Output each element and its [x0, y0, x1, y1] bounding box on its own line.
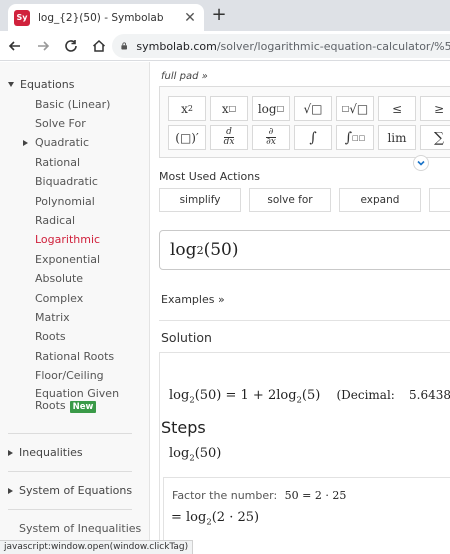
symbolab-favicon-icon: Sy — [14, 9, 30, 26]
decimal-value: 5.64385…) — [409, 388, 450, 402]
key-log-base[interactable]: log □ — [252, 96, 290, 121]
sidebar-item-logarithmic[interactable]: Logarithmic — [35, 233, 100, 246]
most-used-actions-title: Most Used Actions — [159, 170, 260, 183]
key-greater-equal[interactable]: ≥ — [420, 96, 450, 121]
sidebar-item-absolute[interactable]: Absolute — [35, 272, 83, 285]
divider — [159, 320, 450, 321]
solver-main: full pad » x2 x □ log □ √□ □ √□ ≤ ≥ (□)′ dd… — [151, 62, 450, 554]
sidebar-divider — [8, 433, 132, 434]
browser-toolbar: symbolab.com/solver/logarithmic-equation… — [0, 31, 450, 61]
key-integral[interactable]: ∫ — [294, 125, 332, 150]
sidebar-item-solve-for[interactable]: Solve For — [35, 117, 86, 130]
sidebar-item-rational[interactable]: Rational — [35, 156, 80, 169]
new-tab-icon[interactable]: + — [210, 6, 228, 24]
expand-down-icon — [8, 82, 14, 87]
expand-right-icon — [8, 449, 13, 456]
tab-strip: Sy log_{2}(50) - Symbolab ✕ + — [0, 0, 450, 31]
sidebar-item-radical[interactable]: Radical — [35, 214, 75, 227]
sidebar-item-rational-roots[interactable]: Rational Roots — [35, 350, 114, 363]
topic-sidebar: Equations Basic (Linear) Solve For Quadr… — [0, 62, 150, 554]
expand-right-icon — [8, 487, 13, 494]
key-x-squared[interactable]: x2 — [168, 96, 206, 121]
key-sum[interactable]: ∑ — [420, 125, 450, 150]
home-icon[interactable] — [86, 33, 112, 59]
status-bar-url: javascript:window.open(window.clickTag) — [0, 540, 194, 554]
key-derivative-prime[interactable]: (□)′ — [168, 125, 206, 150]
sidebar-item-equation-given-roots[interactable]: Equation Given Roots New — [35, 388, 119, 413]
key-definite-integral[interactable]: ∫ □ □ — [336, 125, 374, 150]
new-badge: New — [69, 401, 97, 413]
math-input-field[interactable]: log 2 (50) — [159, 230, 450, 270]
expand-right-icon — [23, 140, 28, 146]
sidebar-section-system-of-equations[interactable]: System of Equations — [8, 484, 132, 497]
sidebar-item-biquadratic[interactable]: Biquadratic — [35, 175, 98, 188]
steps-title: Steps — [161, 418, 206, 437]
factor-step-text: Factor the number: 50 = 2 · 25 — [172, 489, 347, 502]
tab-title: log_{2}(50) - Symbolab — [38, 11, 164, 24]
reload-icon[interactable] — [58, 33, 84, 59]
steps-first-line: log2(50) — [169, 446, 222, 463]
sidebar-divider — [8, 471, 132, 472]
sidebar-item-system-of-inequalities[interactable]: System of Inequalities — [19, 522, 141, 535]
solve-for-button[interactable]: solve for — [249, 188, 331, 212]
sidebar-divider — [8, 509, 132, 510]
key-nth-root[interactable]: □ √□ — [336, 96, 374, 121]
math-keypad: x2 x □ log □ √□ □ √□ ≤ ≥ (□)′ d dx ∂ ∂x ∫ ∫ □ □… — [159, 86, 450, 158]
key-partial[interactable]: ∂ ∂x — [252, 125, 290, 150]
sidebar-item-polynomial[interactable]: Polynomial — [35, 195, 95, 208]
back-icon[interactable] — [2, 33, 28, 59]
solution-title: Solution — [161, 330, 212, 345]
examples-link[interactable]: Examples » — [161, 293, 225, 306]
solution-result: log2(50) = 1 + 2log2(5) (Decimal: 5.6438… — [169, 388, 450, 405]
decimal-label: (Decimal: — [336, 388, 395, 402]
address-bar[interactable]: symbolab.com/solver/logarithmic-equation… — [112, 34, 450, 58]
step-result: = log2(2 · 25) — [171, 510, 260, 527]
close-tab-icon[interactable]: ✕ — [182, 10, 198, 26]
forward-icon[interactable] — [30, 33, 56, 59]
key-d-dx[interactable]: d dx — [210, 125, 248, 150]
sidebar-item-floor-ceiling[interactable]: Floor/Ceiling — [35, 369, 104, 382]
more-action-button[interactable] — [429, 188, 450, 212]
sidebar-item-basic-linear[interactable]: Basic (Linear) — [35, 98, 110, 111]
browser-tab[interactable]: Sy log_{2}(50) - Symbolab ✕ — [8, 4, 204, 31]
sidebar-section-inequalities[interactable]: Inequalities — [8, 446, 83, 459]
sidebar-item-complex[interactable]: Complex — [35, 292, 83, 305]
simplify-button[interactable]: simplify — [159, 188, 241, 212]
url-text: symbolab.com/solver/logarithmic-equation… — [136, 39, 450, 53]
sidebar-item-roots[interactable]: Roots — [35, 330, 66, 343]
key-less-equal[interactable]: ≤ — [378, 96, 416, 121]
full-pad-link[interactable]: full pad » — [161, 71, 208, 82]
lock-icon — [121, 42, 127, 50]
key-x-power[interactable]: x □ — [210, 96, 248, 121]
collapse-keypad-chevron-icon[interactable] — [413, 155, 429, 171]
sidebar-section-equations[interactable]: Equations — [8, 78, 74, 91]
sidebar-item-quadratic[interactable]: Quadratic — [23, 136, 89, 149]
sidebar-item-exponential[interactable]: Exponential — [35, 253, 100, 266]
expand-button[interactable]: expand — [339, 188, 421, 212]
key-sqrt[interactable]: √□ — [294, 96, 332, 121]
sidebar-item-matrix[interactable]: Matrix — [35, 311, 70, 324]
key-limit[interactable]: lim — [378, 125, 416, 150]
